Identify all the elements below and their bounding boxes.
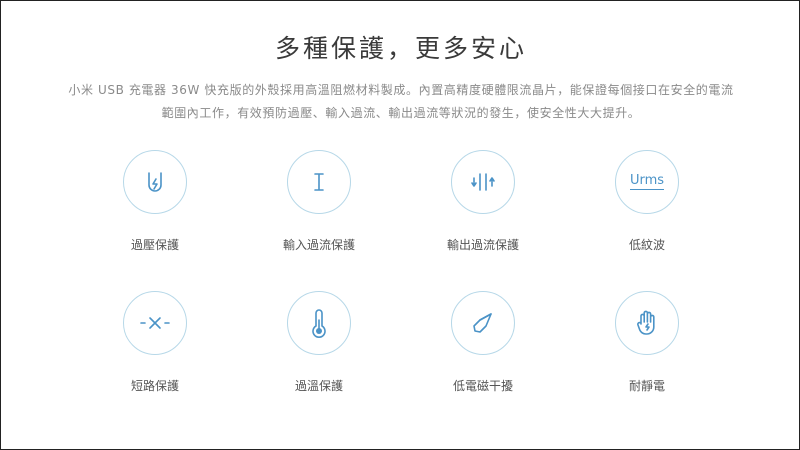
compass-icon [451, 291, 515, 355]
feature-low-emi: 低電磁干擾 [403, 291, 563, 394]
feature-input-current: 輸入過流保護 [239, 150, 399, 253]
feature-label: 過溫保護 [294, 379, 343, 393]
urms-icon: Urms [615, 150, 679, 214]
feature-label: 耐靜電 [628, 379, 665, 393]
description-line-1: 小米 USB 充電器 36W 快充版的外殼採用高溫阻燃材料製成。內置高精度硬體限… [68, 83, 734, 97]
feature-anti-static: 耐靜電 [567, 291, 727, 394]
input-current-icon [287, 150, 351, 214]
thermometer-icon [287, 291, 351, 355]
short-circuit-icon [123, 291, 187, 355]
feature-label: 過壓保護 [130, 238, 179, 252]
description-line-2: 範圍內工作，有效預防過壓、輸入過流、輸出過流等狀況的發生，使安全性大大提升。 [161, 106, 641, 120]
feature-label: 低電磁干擾 [452, 379, 513, 393]
feature-over-temperature: 過溫保護 [239, 291, 399, 394]
overvoltage-icon [123, 150, 187, 214]
page-title: 多種保護，更多安心 [274, 34, 527, 63]
feature-low-ripple: Urms 低紋波 [567, 150, 727, 253]
feature-label: 輸入過流保護 [282, 238, 355, 252]
output-current-icon [451, 150, 515, 214]
urms-icon-text: Urms [629, 173, 665, 190]
feature-label: 低紋波 [628, 238, 665, 252]
hand-icon [615, 291, 679, 355]
feature-output-current: 輸出過流保護 [403, 150, 563, 253]
feature-short-circuit: 短路保護 [75, 291, 235, 394]
features-panel: 多種保護，更多安心 小米 USB 充電器 36W 快充版的外殼採用高溫阻燃材料製… [0, 0, 800, 450]
feature-label: 短路保護 [130, 379, 179, 393]
description: 小米 USB 充電器 36W 快充版的外殼採用高溫阻燃材料製成。內置高精度硬體限… [41, 79, 761, 125]
feature-overvoltage: 過壓保護 [75, 150, 235, 253]
feature-label: 輸出過流保護 [446, 238, 519, 252]
